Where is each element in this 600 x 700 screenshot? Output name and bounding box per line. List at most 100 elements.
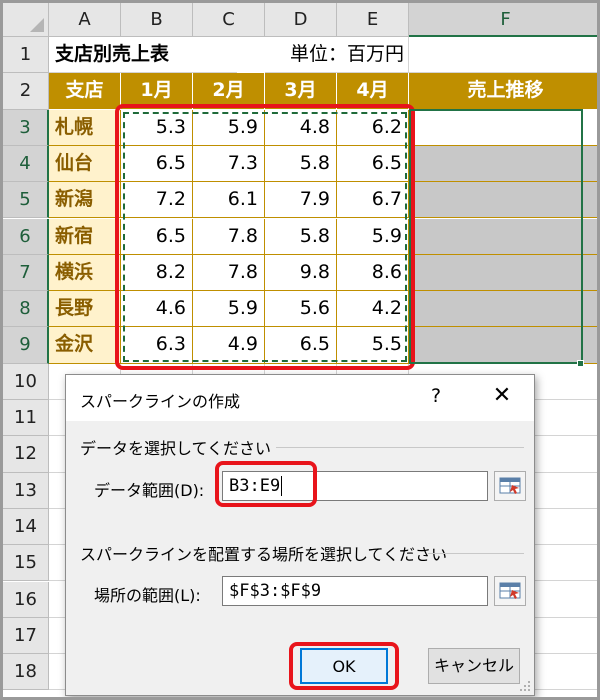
location-range-value: $F$3:$F$9 bbox=[229, 581, 322, 601]
cell-e5[interactable]: 6.7 bbox=[337, 182, 409, 219]
row-header-9[interactable]: 9 bbox=[3, 327, 49, 364]
cell-b3[interactable]: 5.3 bbox=[121, 109, 193, 146]
location-range-collapse-button[interactable] bbox=[494, 576, 526, 606]
range-select-icon bbox=[499, 477, 521, 494]
sparkline-cell-5[interactable] bbox=[409, 182, 597, 219]
column-header-a[interactable]: A bbox=[49, 3, 121, 37]
header-d[interactable]: 3月 bbox=[265, 73, 337, 110]
cell-d4[interactable]: 5.8 bbox=[265, 145, 337, 183]
cancel-button[interactable]: キャンセル bbox=[428, 648, 520, 684]
sparkline-cell-3[interactable] bbox=[409, 109, 597, 146]
column-header-e[interactable]: E bbox=[337, 3, 409, 37]
cell-c4[interactable]: 7.3 bbox=[193, 145, 265, 183]
cell-e9[interactable]: 5.5 bbox=[337, 327, 409, 364]
cell-c8[interactable]: 5.9 bbox=[193, 291, 265, 328]
resize-grip-icon[interactable] bbox=[519, 680, 531, 692]
data-group-label: データを選択してください bbox=[80, 439, 272, 458]
cell-b7[interactable]: 8.2 bbox=[121, 254, 193, 292]
sparkline-cell-9[interactable] bbox=[409, 327, 597, 364]
row-header-2[interactable]: 2 bbox=[3, 73, 49, 110]
row-header-11[interactable]: 11 bbox=[3, 400, 49, 437]
cell-d8[interactable]: 5.6 bbox=[265, 291, 337, 328]
close-button[interactable]: ✕ bbox=[490, 383, 514, 408]
column-header-d[interactable]: D bbox=[265, 3, 337, 37]
header-c[interactable]: 2月 bbox=[193, 73, 265, 110]
row-header-5[interactable]: 5 bbox=[3, 182, 49, 219]
branch-4[interactable]: 仙台 bbox=[49, 145, 121, 183]
cell-c9[interactable]: 4.9 bbox=[193, 327, 265, 364]
cell-b9[interactable]: 6.3 bbox=[121, 327, 193, 364]
cell-b4[interactable]: 6.5 bbox=[121, 145, 193, 183]
cell-f1[interactable] bbox=[409, 37, 597, 74]
header-b[interactable]: 1月 bbox=[121, 73, 193, 110]
row-header-17[interactable]: 17 bbox=[3, 617, 49, 655]
cell-e6[interactable]: 5.9 bbox=[337, 218, 409, 255]
row-header-16[interactable]: 16 bbox=[3, 581, 49, 618]
row-header-12[interactable]: 12 bbox=[3, 436, 49, 473]
cell-c5[interactable]: 6.1 bbox=[193, 182, 265, 219]
unit-cell[interactable]: 単位：百万円 bbox=[265, 37, 409, 74]
branch-8[interactable]: 長野 bbox=[49, 291, 121, 328]
cell-e3[interactable]: 6.2 bbox=[337, 109, 409, 146]
cell-c3[interactable]: 5.9 bbox=[193, 109, 265, 146]
sparkline-cell-7[interactable] bbox=[409, 254, 597, 292]
cell-b8[interactable]: 4.6 bbox=[121, 291, 193, 328]
row-header-13[interactable]: 13 bbox=[3, 472, 49, 509]
row-header-1[interactable]: 1 bbox=[3, 37, 49, 74]
cell-b5[interactable]: 7.2 bbox=[121, 182, 193, 219]
cell-d6[interactable]: 5.8 bbox=[265, 218, 337, 255]
dialog-title: スパークラインの作成 bbox=[80, 392, 241, 411]
sparkline-cell-6[interactable] bbox=[409, 218, 597, 255]
header-a[interactable]: 支店 bbox=[49, 73, 121, 110]
row-header-7[interactable]: 7 bbox=[3, 254, 49, 292]
row-header-3[interactable]: 3 bbox=[3, 109, 49, 146]
branch-9[interactable]: 金沢 bbox=[49, 327, 121, 364]
create-sparklines-dialog: スパークラインの作成 ? ✕ データを選択してください データ範囲(D): B3… bbox=[65, 374, 535, 696]
row-header-8[interactable]: 8 bbox=[3, 291, 49, 328]
branch-5[interactable]: 新潟 bbox=[49, 182, 121, 219]
branch-6[interactable]: 新宿 bbox=[49, 218, 121, 255]
cell-d3[interactable]: 4.8 bbox=[265, 109, 337, 146]
cell-b6[interactable]: 6.5 bbox=[121, 218, 193, 255]
cell-d5[interactable]: 7.9 bbox=[265, 182, 337, 219]
header-f[interactable]: 売上推移 bbox=[409, 73, 597, 110]
range-select-icon bbox=[499, 582, 521, 599]
cell-c6[interactable]: 7.8 bbox=[193, 218, 265, 255]
branch-3[interactable]: 札幌 bbox=[49, 109, 121, 146]
row-header-4[interactable]: 4 bbox=[3, 145, 49, 183]
row-header-15[interactable]: 15 bbox=[3, 545, 49, 582]
column-header-b[interactable]: B bbox=[121, 3, 193, 37]
cell-d7[interactable]: 9.8 bbox=[265, 254, 337, 292]
row-header-14[interactable]: 14 bbox=[3, 508, 49, 546]
cell-c7[interactable]: 7.8 bbox=[193, 254, 265, 292]
title-cell[interactable]: 支店別売上表 bbox=[49, 37, 237, 74]
row-header-6[interactable]: 6 bbox=[3, 218, 49, 255]
sparkline-cell-8[interactable] bbox=[409, 291, 597, 328]
data-range-collapse-button[interactable] bbox=[494, 471, 526, 501]
select-all-corner[interactable] bbox=[3, 3, 49, 37]
row-header-18[interactable]: 18 bbox=[3, 654, 49, 691]
location-group-divider bbox=[428, 553, 524, 554]
location-range-label: 場所の範囲(L): bbox=[94, 586, 201, 605]
cell-d9[interactable]: 6.5 bbox=[265, 327, 337, 364]
data-range-value: B3:E9 bbox=[229, 476, 281, 496]
cell-e7[interactable]: 8.6 bbox=[337, 254, 409, 292]
sparkline-cell-4[interactable] bbox=[409, 145, 597, 183]
fill-handle[interactable] bbox=[577, 359, 584, 367]
header-e[interactable]: 4月 bbox=[337, 73, 409, 110]
column-header-f[interactable]: F bbox=[409, 3, 597, 37]
data-range-input[interactable]: B3:E9 bbox=[222, 471, 488, 501]
excel-window: A B C D E F 1 支店別売上表 単位：百万円 2 支店 1月 2月 3月 4月 売上推移 3 札幌 5.3… bbox=[0, 0, 600, 700]
cell-e8[interactable]: 4.2 bbox=[337, 291, 409, 328]
help-button[interactable]: ? bbox=[424, 385, 448, 407]
branch-7[interactable]: 横浜 bbox=[49, 254, 121, 292]
cell-e4[interactable]: 6.5 bbox=[337, 145, 409, 183]
select-all-triangle-icon bbox=[30, 18, 44, 32]
data-range-label: データ範囲(D): bbox=[94, 481, 205, 500]
dialog-title-bar: スパークラインの作成 ? ✕ bbox=[66, 375, 534, 421]
location-range-input[interactable]: $F$3:$F$9 bbox=[222, 576, 488, 606]
column-header-c[interactable]: C bbox=[193, 3, 265, 37]
row-header-10[interactable]: 10 bbox=[3, 363, 49, 400]
ok-button[interactable]: OK bbox=[300, 648, 388, 684]
text-cursor bbox=[281, 476, 283, 496]
